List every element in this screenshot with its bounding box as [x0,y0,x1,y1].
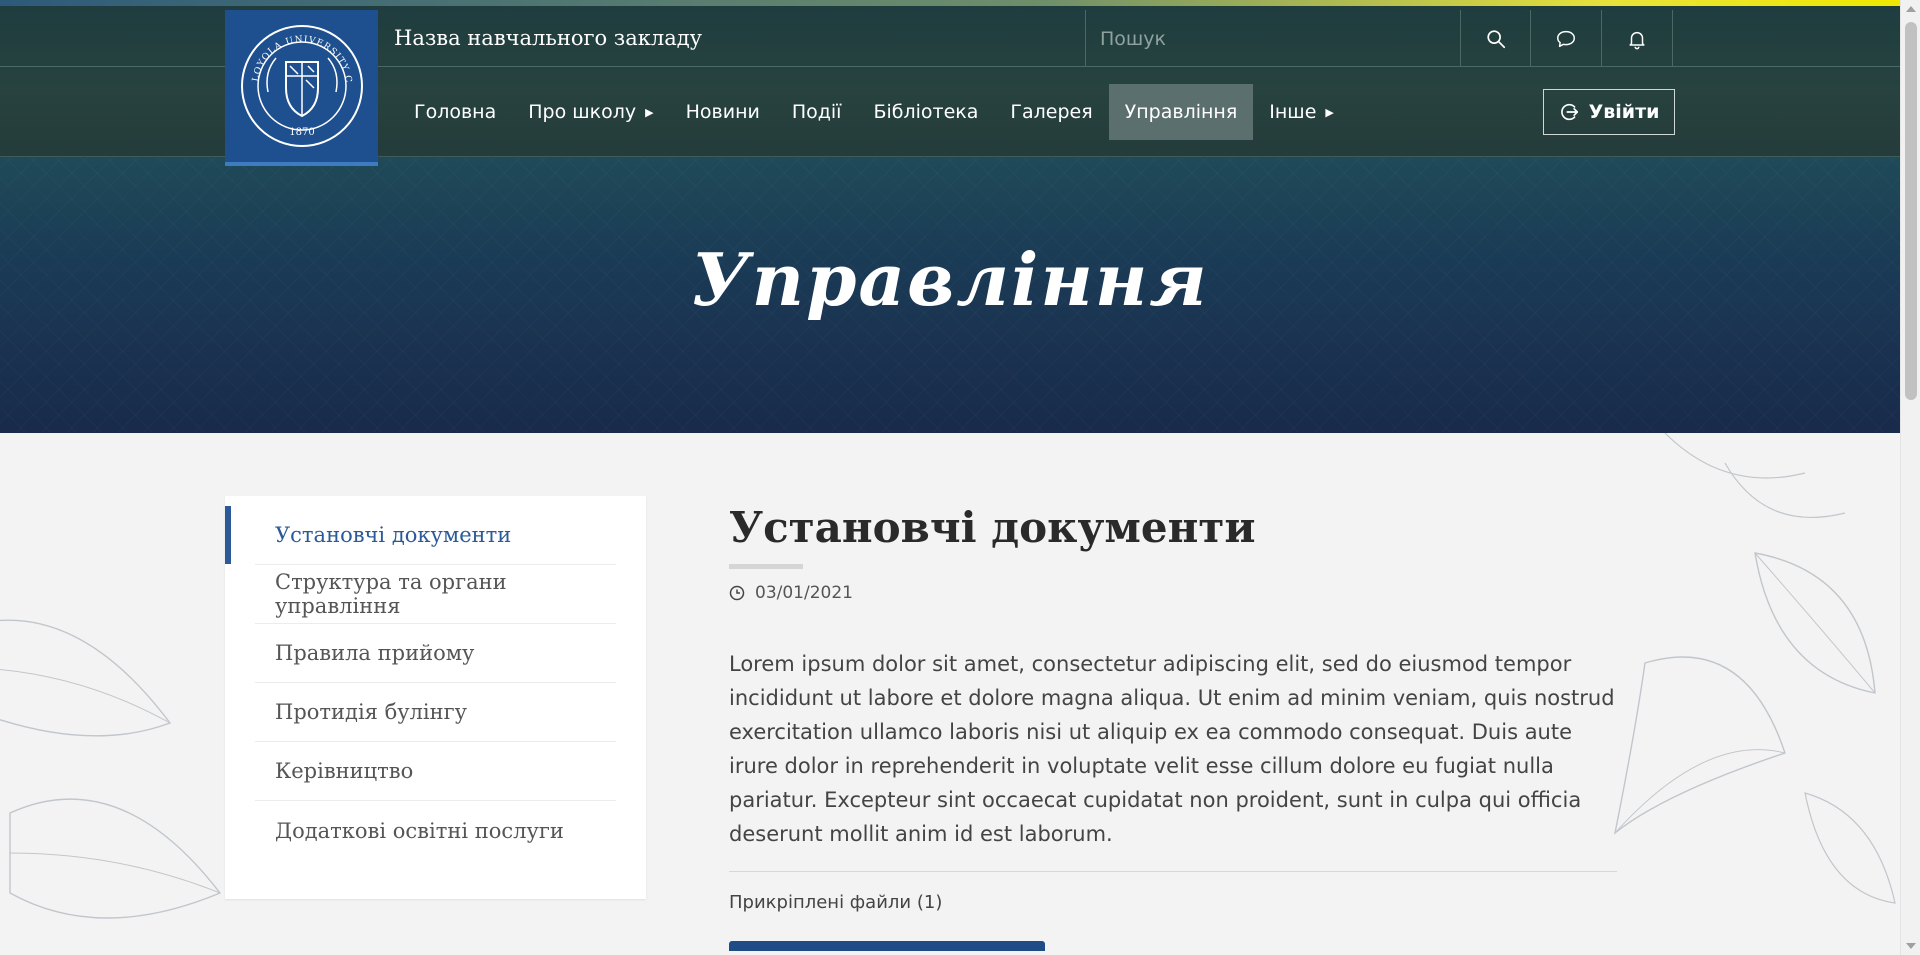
nav-item-management[interactable]: Управління [1108,84,1254,140]
notifications-button[interactable] [1602,10,1673,67]
messages-button[interactable] [1531,10,1603,67]
nav-item-label: Головна [414,101,497,123]
main-content: Установчі документи Структура та органи … [0,433,1900,955]
school-logo[interactable]: LOYOLA UNIVERSITY CHICAGO 1870 [225,10,378,166]
attachment-file-button[interactable] [729,941,1045,951]
article-date: 03/01/2021 [729,583,1617,603]
bell-icon [1629,31,1645,49]
nav-item-label: Інше [1269,101,1317,123]
clock-icon [729,585,745,601]
sidebar-menu: Установчі документи Структура та органи … [225,496,646,899]
scroll-down-arrow-icon[interactable] [1906,943,1916,949]
attachments-label: Прикріплені файли (1) [729,892,943,913]
nav-item-news[interactable]: Новини [670,84,776,140]
nav-item-label: Події [791,101,842,123]
chat-icon [1557,30,1576,47]
search-icon [1486,29,1505,48]
site-header: LOYOLA UNIVERSITY CHICAGO 1870 Назва нав… [0,6,1900,166]
search-input[interactable] [1086,10,1461,67]
search-button[interactable] [1461,10,1532,67]
nav-item-gallery[interactable]: Галерея [994,84,1108,140]
svg-text:1870: 1870 [289,127,314,138]
login-icon [1560,103,1578,121]
article: Установчі документи 03/01/2021 Lorem ips… [729,503,1617,951]
date-text: 03/01/2021 [755,583,853,603]
article-body: Lorem ipsum dolor sit amet, consectetur … [729,652,1615,846]
leaf-decoration-right-icon [1613,433,1896,904]
scroll-up-arrow-icon[interactable] [1906,6,1916,12]
login-button[interactable]: Увійти [1543,89,1675,135]
login-label: Увійти [1588,101,1660,123]
nav-item-label: Галерея [1010,101,1093,123]
sidebar-item-anti-bullying[interactable]: Протидія булінгу [255,683,616,742]
nav-item-label: Управління [1124,101,1238,123]
sidebar-item-structure[interactable]: Структура та органи управління [255,565,616,624]
content-divider [729,871,1617,872]
sidebar-item-admission-rules[interactable]: Правила прийому [255,624,616,683]
article-title: Установчі документи [729,503,1256,552]
caret-right-icon: ▶ [645,105,654,119]
main-nav: Головна Про школу ▶ Новини Події Бібліоте… [398,84,1350,140]
header-tools [1085,10,1673,67]
nav-item-about[interactable]: Про школу ▶ [512,84,669,140]
university-seal-icon: LOYOLA UNIVERSITY CHICAGO 1870 [238,22,363,147]
scroll-thumb[interactable] [1905,22,1917,400]
sidebar-item-founding-documents[interactable]: Установчі документи [225,506,616,565]
nav-item-label: Про школу [528,101,637,123]
page-scrollbar[interactable] [1900,0,1920,955]
nav-item-label: Новини [685,101,760,123]
nav-item-library[interactable]: Бібліотека [857,84,994,140]
nav-item-label: Бібліотека [873,101,979,123]
sidebar-item-leadership[interactable]: Керівництво [255,742,616,801]
title-underline [729,564,803,569]
school-name[interactable]: Назва навчального закладу [394,26,702,50]
leaf-decoration-left-icon [0,619,222,919]
caret-right-icon: ▶ [1325,105,1334,119]
sidebar-item-extra-services[interactable]: Додаткові освітні послуги [255,801,616,860]
page-banner: Управління [0,157,1900,433]
nav-item-events[interactable]: Події [776,84,858,140]
banner-title: Управління [691,237,1209,322]
nav-item-other[interactable]: Інше ▶ [1253,84,1350,140]
nav-item-home[interactable]: Головна [398,84,512,140]
